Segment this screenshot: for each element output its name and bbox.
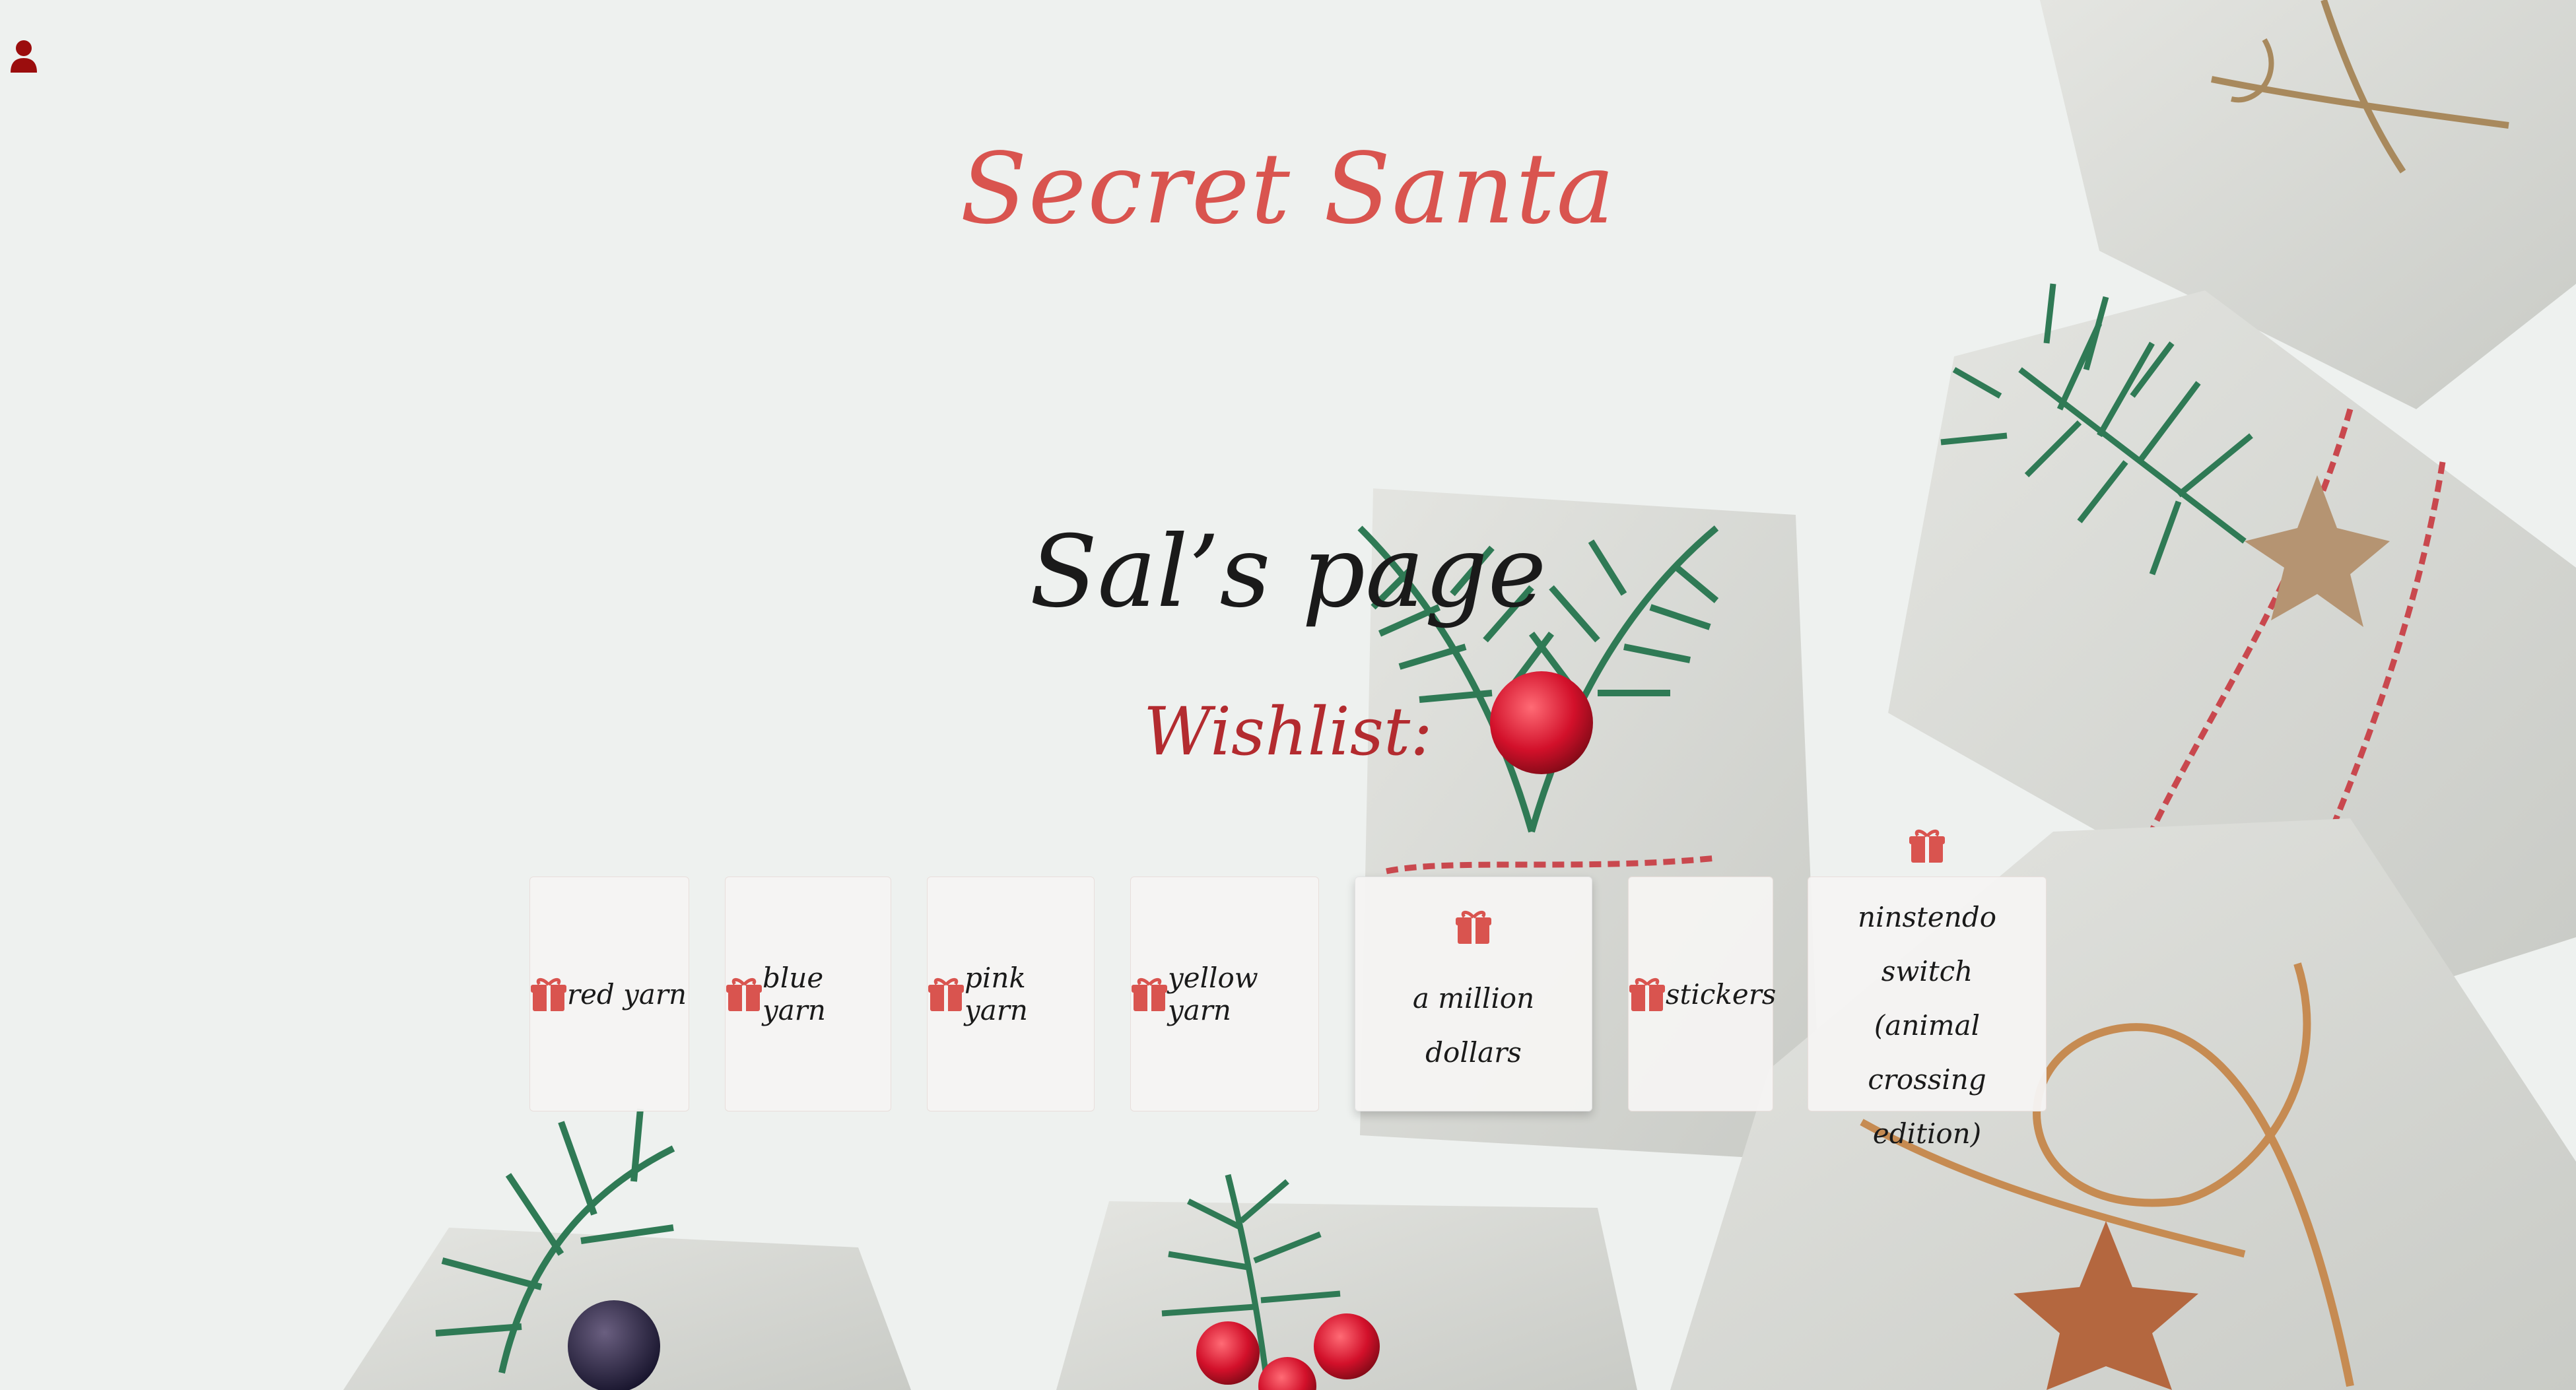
- gift-icon: [1909, 829, 1945, 863]
- gift-icon: [726, 977, 762, 1011]
- wishlist-item-label: a million dollars: [1412, 982, 1535, 1069]
- wishlist-item-label: blue yarn: [763, 962, 826, 1026]
- wishlist-item[interactable]: ninstendo switch (animal crossing editio…: [1808, 829, 2047, 1150]
- wishlist-item-label: yellow yarn: [1168, 962, 1258, 1026]
- gift-icon: [928, 977, 964, 1011]
- wishlist-item[interactable]: blue yarn: [725, 877, 891, 1111]
- wishlist-item[interactable]: red yarn: [529, 877, 689, 1111]
- gift-icon: [531, 977, 566, 1011]
- site-title[interactable]: Secret Santa: [0, 132, 2576, 246]
- user-icon[interactable]: [9, 40, 38, 73]
- wishlist-item[interactable]: pink yarn: [927, 877, 1095, 1111]
- wishlist-item[interactable]: stickers: [1628, 877, 1777, 1111]
- gift-icon: [1132, 977, 1167, 1011]
- wishlist-item[interactable]: yellow yarn: [1130, 877, 1319, 1111]
- wishlist-item[interactable]: a million dollars: [1355, 877, 1592, 1111]
- page-title: Sal’s page: [1029, 515, 1547, 630]
- wishlist-item-label: pink yarn: [965, 962, 1028, 1026]
- gift-icon: [1629, 977, 1665, 1011]
- gift-icon: [1456, 910, 1491, 944]
- wishlist-item-label: ninstendo switch (animal crossing editio…: [1857, 901, 1997, 1150]
- wishlist-item-label: red yarn: [567, 977, 687, 1010]
- wishlist-heading: Wishlist:: [1143, 693, 1433, 770]
- wishlist-item-label: stickers: [1666, 977, 1777, 1010]
